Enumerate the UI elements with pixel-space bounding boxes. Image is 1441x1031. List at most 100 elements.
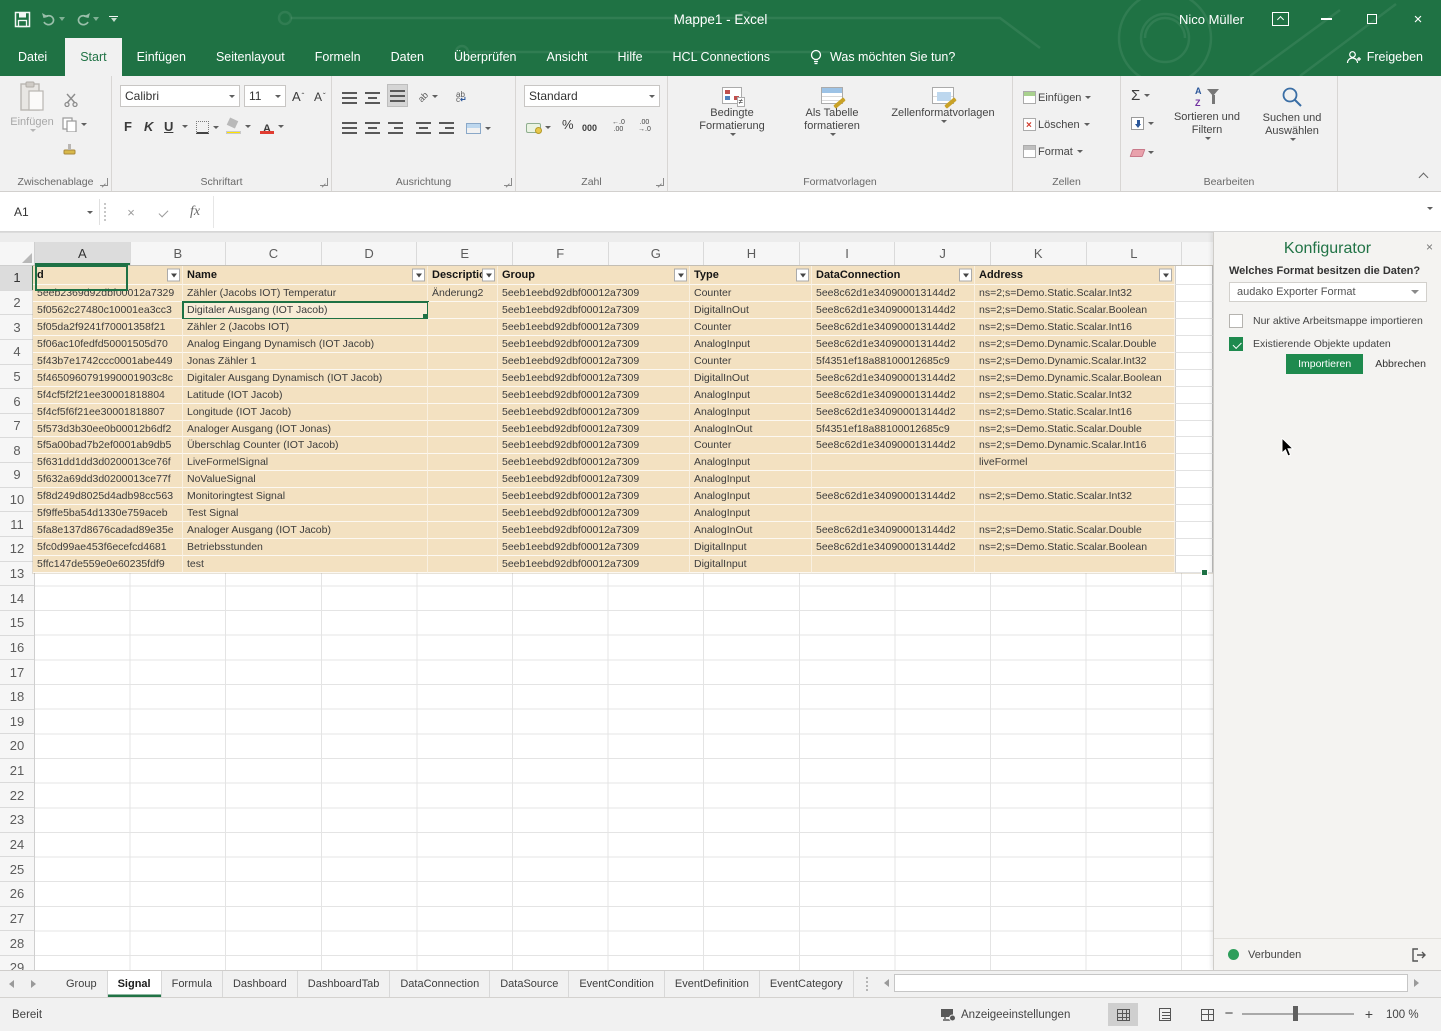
table-cell[interactable]: Analoger Ausgang (IOT Jonas): [183, 421, 428, 438]
table-cell[interactable]: Analog Eingang Dynamisch (IOT Jacob): [183, 336, 428, 353]
table-cell[interactable]: [428, 505, 498, 522]
table-cell[interactable]: ns=2;s=Demo.Static.Scalar.Boolean: [975, 539, 1175, 556]
column-header-g[interactable]: G: [609, 242, 705, 265]
align-top-button[interactable]: [342, 87, 357, 108]
table-cell[interactable]: 5f43b7e1742ccc0001abe449: [33, 353, 183, 370]
row-header-20[interactable]: 20: [0, 734, 34, 759]
column-header-a[interactable]: A: [35, 242, 131, 265]
option-update-objects[interactable]: Existierende Objekte updaten: [1229, 337, 1391, 351]
alignment-dialog-launcher-icon[interactable]: [504, 178, 512, 186]
align-right-button[interactable]: [388, 117, 403, 138]
conditional-formatting-button[interactable]: ≠ Bedingte Formatierung: [686, 81, 778, 169]
table-cell[interactable]: 5fc0d99ae453f6ecefcd4681: [33, 539, 183, 556]
filter-dropdown-icon[interactable]: [796, 269, 809, 282]
ribbon-tab-einf-gen[interactable]: Einfügen: [122, 38, 201, 76]
increase-font-size-button[interactable]: Aˆ: [292, 86, 304, 107]
ribbon-tab-daten[interactable]: Daten: [376, 38, 439, 76]
row-header-19[interactable]: 19: [0, 710, 34, 735]
table-cell[interactable]: 5eeb1eebd92dbf00012a7309: [498, 285, 690, 302]
accounting-format-button[interactable]: [526, 117, 551, 138]
sort-filter-button[interactable]: AZ Sortieren und Filtern: [1165, 81, 1249, 169]
clipboard-dialog-launcher-icon[interactable]: [100, 178, 108, 186]
row-header-4[interactable]: 4: [0, 340, 34, 365]
filter-dropdown-icon[interactable]: [412, 269, 425, 282]
maximize-button[interactable]: [1349, 0, 1395, 38]
find-select-button[interactable]: Suchen und Auswählen: [1251, 81, 1333, 169]
table-cell[interactable]: 5f5a00bad7b2ef0001ab9db5: [33, 437, 183, 454]
option-active-workbook[interactable]: Nur aktive Arbeitsmappe importieren: [1229, 314, 1423, 328]
table-cell[interactable]: 5f4cf5f6f21ee30001818807: [33, 404, 183, 421]
ribbon-tab-berpr-fen[interactable]: Überprüfen: [439, 38, 532, 76]
logout-icon[interactable]: [1411, 948, 1427, 962]
filter-dropdown-icon[interactable]: [1159, 269, 1172, 282]
table-cell[interactable]: Longitude (IOT Jacob): [183, 404, 428, 421]
row-header-25[interactable]: 25: [0, 857, 34, 882]
row-header-5[interactable]: 5: [0, 365, 34, 390]
font-dialog-launcher-icon[interactable]: [320, 178, 328, 186]
format-select[interactable]: audako Exporter Format: [1229, 282, 1427, 302]
row-header-2[interactable]: 2: [0, 291, 34, 316]
table-cell[interactable]: AnalogInOut: [690, 522, 812, 539]
filter-dropdown-icon[interactable]: [959, 269, 972, 282]
underline-dropdown-icon[interactable]: [182, 125, 188, 128]
merge-center-button[interactable]: [466, 118, 491, 139]
table-cell[interactable]: 5ee8c62d1e340900013144d2: [812, 404, 975, 421]
table-cell[interactable]: 5eeb1eebd92dbf00012a7309: [498, 437, 690, 454]
underline-button[interactable]: U: [164, 116, 173, 137]
row-header-28[interactable]: 28: [0, 931, 34, 956]
row-header-7[interactable]: 7: [0, 414, 34, 439]
checkbox-update-objects[interactable]: [1229, 337, 1243, 351]
font-color-button[interactable]: A: [260, 116, 284, 137]
table-cell[interactable]: 5f9ffe5ba54d1330e759aceb: [33, 505, 183, 522]
selection-fill-handle[interactable]: [1201, 569, 1208, 576]
table-cell[interactable]: Jonas Zähler 1: [183, 353, 428, 370]
table-cell[interactable]: AnalogInput: [690, 404, 812, 421]
table-cell[interactable]: 5f8d249d8025d4adb98cc563: [33, 488, 183, 505]
table-cell[interactable]: Counter: [690, 319, 812, 336]
table-cell[interactable]: [428, 336, 498, 353]
import-button[interactable]: Importieren: [1286, 354, 1363, 374]
previous-sheet-icon[interactable]: [0, 971, 22, 997]
row-header-21[interactable]: 21: [0, 759, 34, 784]
table-cell[interactable]: 5ee8c62d1e340900013144d2: [812, 302, 975, 319]
table-cell[interactable]: Digitaler Ausgang Dynamisch (IOT Jacob): [183, 370, 428, 387]
table-cell[interactable]: 5eeb1eebd92dbf00012a7309: [498, 471, 690, 488]
table-cell[interactable]: 5f4cf5f2f21ee30001818804: [33, 387, 183, 404]
table-cell[interactable]: AnalogInput: [690, 505, 812, 522]
next-sheet-icon[interactable]: [22, 971, 44, 997]
table-cell[interactable]: [975, 471, 1175, 488]
column-header-h[interactable]: H: [704, 242, 800, 265]
row-header-12[interactable]: 12: [0, 537, 34, 562]
bold-button[interactable]: F: [124, 116, 132, 137]
share-button[interactable]: Freigeben: [1346, 38, 1423, 76]
decrease-indent-button[interactable]: [416, 117, 431, 138]
view-page-layout-button[interactable]: [1150, 1003, 1180, 1026]
user-name[interactable]: Nico Müller: [1179, 12, 1244, 27]
table-cell[interactable]: Zähler (Jacobs IOT) Temperatur: [183, 285, 428, 302]
table-cell[interactable]: AnalogInOut: [690, 421, 812, 438]
decrease-font-size-button[interactable]: Aˇ: [314, 86, 326, 107]
clear-button[interactable]: [1131, 142, 1154, 163]
table-cell[interactable]: 5f573d3b30ee0b00012b6df2: [33, 421, 183, 438]
table-cell[interactable]: 5f632a69dd3d0200013ce77f: [33, 471, 183, 488]
fill-color-button[interactable]: [226, 116, 251, 137]
table-cell[interactable]: 5ee8c62d1e340900013144d2: [812, 285, 975, 302]
table-cell[interactable]: AnalogInput: [690, 471, 812, 488]
align-left-button[interactable]: [342, 117, 357, 138]
table-cell[interactable]: Monitoringtest Signal: [183, 488, 428, 505]
formula-input[interactable]: [213, 196, 1411, 228]
table-cell[interactable]: 5f4351ef18a88100012685c9: [812, 353, 975, 370]
table-cell[interactable]: Latitude (IOT Jacob): [183, 387, 428, 404]
row-header-23[interactable]: 23: [0, 808, 34, 833]
table-cell[interactable]: 5eeb1eebd92dbf00012a7309: [498, 319, 690, 336]
number-format-select[interactable]: Standard: [524, 85, 660, 107]
row-header-26[interactable]: 26: [0, 882, 34, 907]
table-cell[interactable]: 5f4650960791990001903c8c: [33, 370, 183, 387]
row-header-27[interactable]: 27: [0, 907, 34, 932]
row-header-8[interactable]: 8: [0, 438, 34, 463]
percent-button[interactable]: %: [562, 114, 574, 135]
decrease-decimal-button[interactable]: .00→.0: [638, 115, 651, 136]
view-page-break-button[interactable]: [1192, 1003, 1222, 1026]
ribbon-tab-ansicht[interactable]: Ansicht: [532, 38, 603, 76]
copy-dropdown-icon[interactable]: [81, 123, 87, 126]
